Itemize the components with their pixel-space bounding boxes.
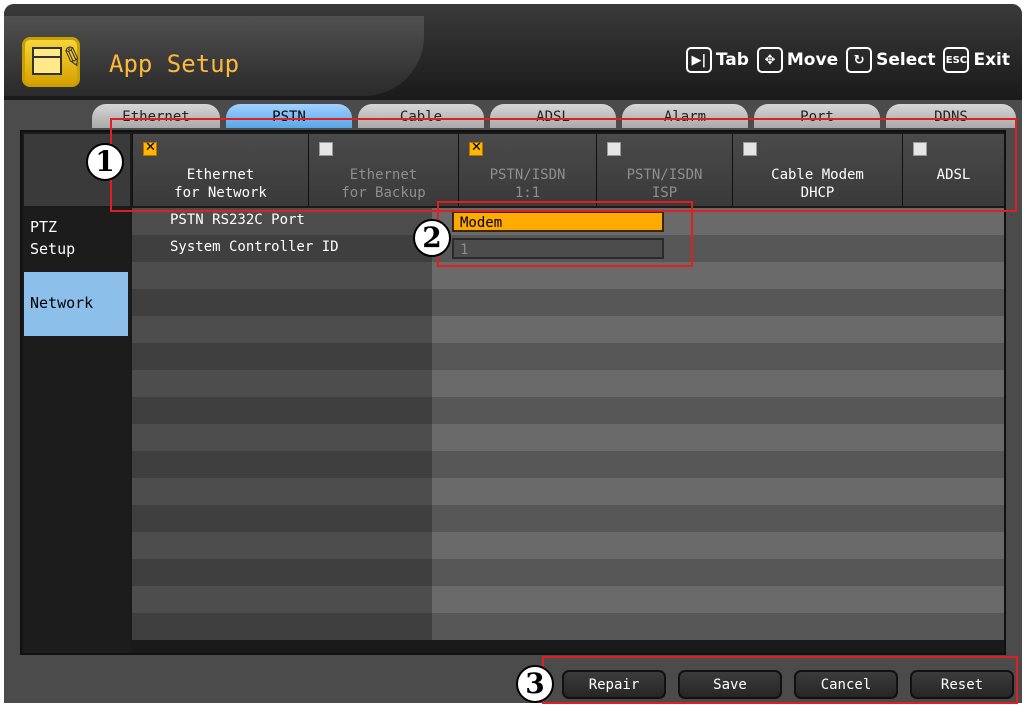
grid-row (132, 316, 1004, 343)
app-window: ✎ App Setup ▶| Tab ✥ Move ↻ Select ESC Exit … (4, 4, 1022, 703)
grid-cell (432, 424, 1004, 451)
grid-cell (432, 586, 1004, 613)
title-bar: ✎ App Setup ▶| Tab ✥ Move ↻ Select ESC Exit (4, 4, 1022, 100)
grid-cell (132, 613, 432, 640)
grid-cell (432, 370, 1004, 397)
sidebar-item-label: Network (30, 294, 94, 312)
sidebar-item-label: Setup (30, 240, 76, 258)
grid-row (132, 397, 1004, 424)
sidebar-item-ptz-setup[interactable]: PTZ Setup (24, 208, 128, 270)
grid-cell (432, 343, 1004, 370)
grid-cell (132, 316, 432, 343)
sidebar-item-label: PTZ (30, 218, 58, 236)
grid-cell (432, 316, 1004, 343)
setting-label: System Controller ID (170, 239, 339, 255)
grid-cell (132, 262, 432, 289)
hint-move: ✥ Move (756, 47, 839, 73)
grid-cell (432, 478, 1004, 505)
grid-row (132, 289, 1004, 316)
grid-row (132, 586, 1004, 613)
grid-cell (132, 370, 432, 397)
key-hints: ▶| Tab ✥ Move ↻ Select ESC Exit (678, 47, 1010, 73)
hint-exit-label: Exit (973, 50, 1010, 70)
hint-exit: ESC Exit (943, 47, 1010, 73)
sidebar: PTZ Setup Network (24, 208, 130, 653)
grid-cell (132, 586, 432, 613)
grid-cell (132, 478, 432, 505)
grid-cell (132, 559, 432, 586)
grid-cell (432, 613, 1004, 640)
grid-cell (432, 532, 1004, 559)
annotation-box-fields (437, 201, 693, 267)
tab-key-icon: ▶| (685, 47, 712, 73)
callout-1: 1 (86, 143, 124, 181)
grid-row (132, 424, 1004, 451)
annotation-box-buttons (542, 656, 1018, 704)
sidebar-item-network[interactable]: Network (24, 272, 128, 336)
setting-label: PSTN RS232C Port (170, 212, 305, 228)
hint-select: ↻ Select (846, 47, 935, 73)
select-key-icon: ↻ (846, 47, 873, 73)
grid-row (132, 505, 1004, 532)
grid-cell (132, 424, 432, 451)
settings-grid: PSTN RS232C Port Modem System Controller I… (132, 208, 1004, 653)
keypad-icon (32, 47, 62, 75)
grid-row (132, 343, 1004, 370)
window-title: App Setup (109, 50, 240, 78)
grid-cell (132, 451, 432, 478)
app-setup-icon: ✎ (22, 37, 87, 87)
annotation-box-options (110, 118, 1017, 212)
grid-row (132, 478, 1004, 505)
hint-select-label: Select (876, 50, 936, 70)
grid-cell (132, 343, 432, 370)
grid-cell (432, 451, 1004, 478)
callout-3: 3 (516, 665, 554, 703)
grid-row (132, 532, 1004, 559)
grid-cell (432, 559, 1004, 586)
grid-cell (132, 532, 432, 559)
hint-tab-label: Tab (715, 50, 749, 70)
grid-row (132, 451, 1004, 478)
move-key-icon: ✥ (756, 47, 783, 73)
grid-cell (432, 289, 1004, 316)
grid-cell (132, 397, 432, 424)
hint-tab: ▶| Tab (685, 47, 749, 73)
esc-key-icon: ESC (943, 47, 970, 73)
grid-cell (132, 505, 432, 532)
grid-cell (132, 289, 432, 316)
grid-cell (432, 505, 1004, 532)
grid-row (132, 613, 1004, 640)
callout-2: 2 (413, 219, 451, 257)
grid-row (132, 370, 1004, 397)
hint-move-label: Move (786, 50, 839, 70)
grid-cell (432, 397, 1004, 424)
grid-row (132, 559, 1004, 586)
